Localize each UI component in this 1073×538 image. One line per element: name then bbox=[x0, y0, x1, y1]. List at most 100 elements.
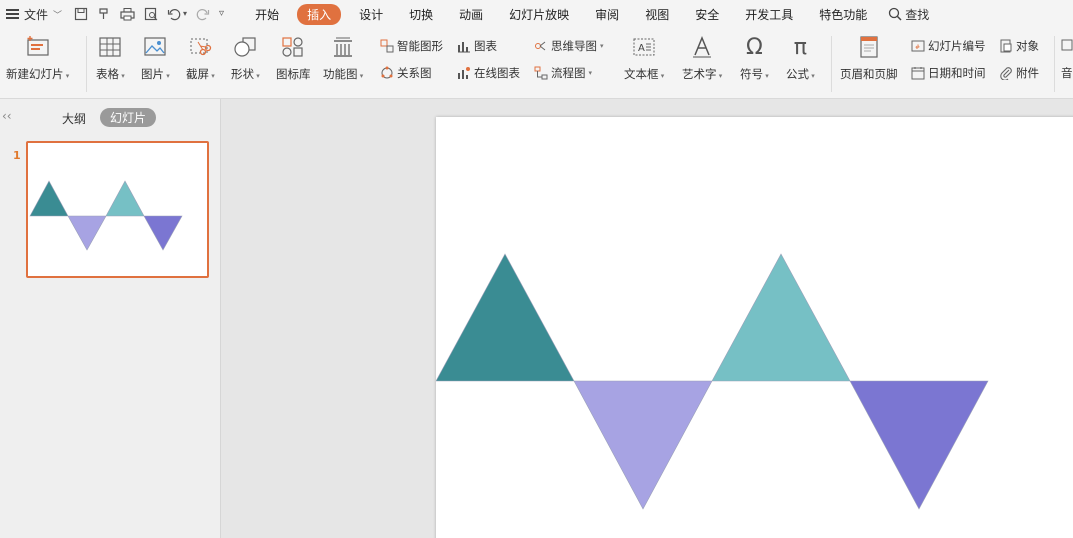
thumb-triangle-up-dark-teal bbox=[29, 180, 69, 217]
print-icon[interactable] bbox=[120, 7, 135, 21]
mind-map-label: 思维导图 bbox=[551, 39, 597, 53]
picture-label: 图片 bbox=[141, 66, 170, 82]
bar-chart-icon bbox=[457, 39, 471, 53]
icon-library-label: 图标库 bbox=[276, 67, 311, 81]
word-art-icon bbox=[689, 34, 715, 60]
tab-review[interactable]: 审阅 bbox=[587, 3, 627, 26]
triangle-down-purple[interactable] bbox=[849, 380, 989, 510]
tab-outline[interactable]: 大纲 bbox=[62, 110, 86, 127]
paperclip-icon bbox=[999, 66, 1013, 80]
toolbar-separator bbox=[1054, 36, 1055, 92]
chevron-down-icon: ﹀ bbox=[53, 10, 63, 21]
symbol-button[interactable]: Ω 符号 bbox=[740, 34, 769, 82]
omega-icon: Ω bbox=[745, 34, 763, 60]
tab-special[interactable]: 特色功能 bbox=[811, 3, 875, 26]
tab-animations[interactable]: 动画 bbox=[451, 3, 491, 26]
audio-label: 音 bbox=[1061, 66, 1073, 80]
new-slide-button[interactable]: 新建幻灯片 bbox=[6, 34, 69, 82]
flow-chart-button[interactable]: 流程图 ▾ bbox=[534, 65, 592, 81]
audio-label-partial[interactable]: 音 bbox=[1061, 65, 1073, 81]
slide-number-icon: # bbox=[911, 39, 925, 53]
table-button[interactable]: 表格 bbox=[96, 34, 125, 82]
formula-button[interactable]: π 公式 bbox=[786, 34, 815, 82]
online-chart-button[interactable]: 在线图表 bbox=[457, 65, 520, 81]
tab-transitions[interactable]: 切换 bbox=[401, 3, 441, 26]
picture-icon bbox=[142, 34, 168, 60]
customize-dropdown-icon[interactable]: ▿ bbox=[219, 7, 224, 21]
format-painter-icon[interactable] bbox=[97, 7, 111, 21]
attachment-label: 附件 bbox=[1016, 66, 1039, 80]
triangle-up-light-teal[interactable] bbox=[711, 253, 851, 382]
header-footer-icon bbox=[856, 34, 882, 60]
function-chart-label: 功能图 bbox=[323, 66, 363, 82]
undo-dropdown-icon[interactable]: ▾ bbox=[183, 7, 187, 21]
object-label: 对象 bbox=[1016, 39, 1039, 53]
undo-icon[interactable] bbox=[167, 7, 181, 21]
header-footer-button[interactable]: 页眉和页脚 bbox=[840, 34, 898, 82]
relation-chart-label: 关系图 bbox=[397, 66, 432, 80]
mind-map-button[interactable]: 思维导图 ▾ bbox=[534, 38, 604, 54]
text-box-label: 文本框 bbox=[624, 66, 664, 82]
screenshot-button[interactable]: 截屏 bbox=[186, 34, 215, 82]
slide-shapes bbox=[436, 253, 989, 510]
shape-button[interactable]: 形状 bbox=[231, 34, 260, 82]
toolbar-separator bbox=[831, 36, 832, 92]
icon-library-button[interactable]: 图标库 bbox=[276, 34, 311, 82]
redo-icon[interactable] bbox=[196, 7, 210, 21]
chart-button[interactable]: 图表 bbox=[457, 38, 497, 54]
new-slide-label: 新建幻灯片 bbox=[6, 66, 69, 82]
tab-home[interactable]: 开始 bbox=[247, 3, 287, 26]
tab-insert[interactable]: 插入 bbox=[297, 3, 342, 25]
svg-text:#: # bbox=[915, 44, 920, 51]
function-chart-button[interactable]: 功能图 bbox=[323, 34, 363, 82]
chevron-down-icon: ▾ bbox=[588, 69, 593, 77]
tab-security[interactable]: 安全 bbox=[687, 3, 727, 26]
slide-editor-area bbox=[221, 99, 1073, 538]
chart-label: 图表 bbox=[474, 39, 497, 53]
tab-design[interactable]: 设计 bbox=[351, 3, 391, 26]
print-preview-icon[interactable] bbox=[144, 7, 158, 21]
collapse-panel-icon[interactable]: ‹‹ bbox=[2, 109, 12, 123]
date-time-button[interactable]: 日期和时间 bbox=[911, 65, 986, 81]
smart-art-button[interactable]: 智能图形 bbox=[380, 38, 443, 54]
word-art-button[interactable]: 艺术字 bbox=[682, 34, 722, 82]
text-box-icon: A bbox=[631, 34, 657, 60]
word-art-label: 艺术字 bbox=[682, 66, 722, 82]
shape-label: 形状 bbox=[231, 66, 260, 82]
function-chart-icon bbox=[330, 34, 356, 60]
thumbnail-canvas bbox=[29, 180, 183, 251]
triangle-up-dark-teal[interactable] bbox=[436, 253, 575, 382]
ribbon-toolbar: 新建幻灯片 表格 图片 截屏 形状 图标库 功能图 bbox=[0, 28, 1073, 99]
tab-developer[interactable]: 开发工具 bbox=[737, 3, 801, 26]
mind-map-icon bbox=[534, 39, 548, 53]
slide-number: 1 bbox=[13, 149, 21, 162]
table-icon bbox=[97, 34, 123, 60]
header-footer-label: 页眉和页脚 bbox=[840, 67, 898, 81]
new-slide-icon bbox=[25, 34, 51, 60]
triangle-down-light-purple[interactable] bbox=[573, 380, 713, 510]
menu-bar: 文件 ﹀ ▾ ▿ 开始 插入 设计 切换 动画 幻灯片放映 审阅 视图 安全 开… bbox=[0, 0, 1073, 28]
search-label: 查找 bbox=[905, 7, 930, 22]
file-menu[interactable]: 文件 ﹀ bbox=[6, 0, 62, 28]
save-icon[interactable] bbox=[74, 7, 88, 21]
tab-slides[interactable]: 幻灯片 bbox=[100, 108, 156, 127]
tab-view[interactable]: 视图 bbox=[637, 3, 677, 26]
text-box-button[interactable]: A 文本框 bbox=[624, 34, 664, 82]
slide-thumbnail[interactable] bbox=[26, 141, 209, 278]
relation-chart-icon bbox=[380, 66, 394, 80]
slide-number-button[interactable]: # 幻灯片编号 bbox=[911, 38, 986, 54]
chevron-down-icon: ▾ bbox=[600, 42, 604, 50]
thumb-triangle-down-purple bbox=[143, 215, 183, 251]
search-icon bbox=[888, 7, 902, 21]
relation-chart-button[interactable]: 关系图 bbox=[380, 65, 432, 81]
object-button[interactable]: 对象 bbox=[999, 38, 1039, 54]
audio-button[interactable] bbox=[1060, 38, 1073, 52]
picture-button[interactable]: 图片 bbox=[141, 34, 170, 82]
attachment-button[interactable]: 附件 bbox=[999, 65, 1039, 81]
symbol-label: 符号 bbox=[740, 66, 769, 82]
tab-slideshow[interactable]: 幻灯片放映 bbox=[501, 3, 577, 26]
smart-art-label: 智能图形 bbox=[397, 39, 443, 53]
thumb-triangle-up-light-teal bbox=[105, 180, 145, 217]
slide-canvas[interactable] bbox=[436, 117, 1073, 538]
search-button[interactable]: 查找 bbox=[888, 6, 929, 23]
